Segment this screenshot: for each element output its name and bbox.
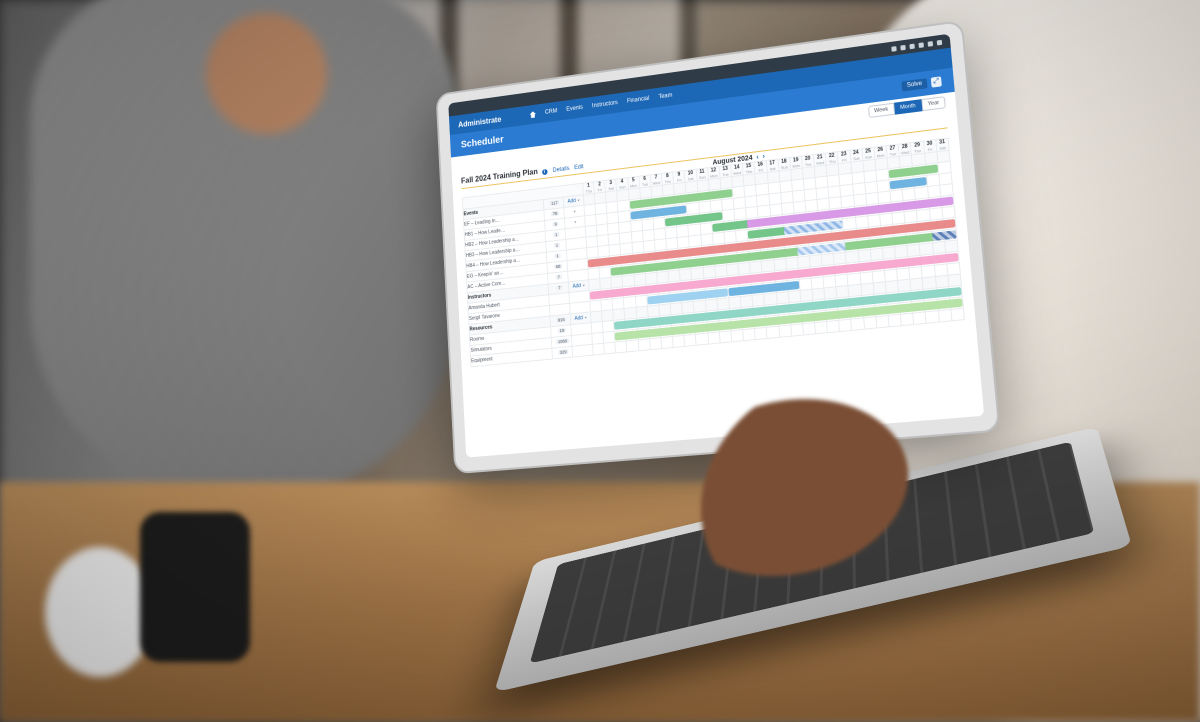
gantt-cell[interactable] (638, 339, 650, 351)
nav-team[interactable]: Team (658, 93, 672, 101)
gantt-cell[interactable] (888, 314, 901, 327)
util-icon[interactable] (900, 44, 905, 50)
gantt-cell[interactable] (755, 327, 768, 339)
nav-instructors[interactable]: Instructors (592, 100, 618, 109)
gantt-cell[interactable] (925, 311, 939, 324)
gantt-cell[interactable] (827, 320, 840, 332)
gantt-cell[interactable] (790, 324, 803, 336)
gantt-cell[interactable] (707, 332, 720, 344)
prev-month[interactable]: ‹ (756, 154, 759, 161)
gantt-cell[interactable] (913, 312, 926, 325)
gantt-cell[interactable] (851, 318, 864, 330)
gantt-cell[interactable] (743, 329, 756, 341)
home-icon[interactable] (530, 111, 537, 118)
gantt-cell[interactable] (592, 343, 604, 355)
util-icon[interactable] (937, 39, 943, 45)
details-link[interactable]: Details (553, 166, 570, 174)
gantt-cell[interactable] (863, 317, 876, 329)
page-title: Scheduler (461, 134, 504, 150)
view-month[interactable]: Month (894, 99, 923, 115)
gantt-cell[interactable] (839, 319, 852, 331)
nav-financial[interactable]: Financial (627, 96, 650, 105)
edit-link[interactable]: Edit (574, 164, 584, 171)
gantt-cell[interactable] (626, 340, 638, 352)
gantt-cell[interactable] (661, 336, 673, 348)
gantt-cell[interactable] (615, 341, 627, 353)
laptop: Administrate CRM Events Instructors Fina… (408, 28, 1091, 711)
gantt-cell[interactable] (802, 323, 815, 335)
gantt-cell[interactable] (672, 335, 684, 347)
gantt-cell[interactable] (604, 342, 616, 354)
gantt-cell[interactable] (649, 338, 661, 350)
util-icon[interactable] (909, 43, 914, 49)
nav-events[interactable]: Events (566, 105, 583, 113)
gantt-cell[interactable] (766, 326, 779, 338)
gantt-cell[interactable] (876, 316, 889, 328)
util-icon[interactable] (928, 41, 934, 47)
info-icon[interactable]: i (542, 169, 548, 175)
gantt-cell[interactable] (684, 334, 696, 346)
util-icon[interactable] (918, 42, 923, 48)
gantt-cell[interactable] (719, 331, 732, 343)
gantt-cell[interactable] (938, 309, 952, 322)
gantt-cell[interactable] (900, 313, 913, 326)
gantt-cell[interactable] (815, 321, 828, 333)
view-year[interactable]: Year (921, 96, 946, 111)
gantt-cell[interactable] (951, 308, 965, 321)
solve-button[interactable]: Solve (901, 78, 927, 91)
util-icon[interactable] (891, 46, 896, 52)
row-ctl (572, 344, 593, 357)
next-month[interactable]: › (762, 153, 765, 160)
view-week[interactable]: Week (868, 103, 895, 118)
gantt-cell[interactable] (731, 330, 744, 342)
gantt-cell[interactable] (778, 325, 791, 337)
brand-title: Administrate (458, 115, 502, 129)
nav-crm[interactable]: CRM (545, 108, 558, 115)
expand-icon[interactable]: ⤢ (931, 76, 942, 87)
gantt-cell[interactable] (696, 333, 708, 345)
row-count: 329 (552, 346, 573, 359)
